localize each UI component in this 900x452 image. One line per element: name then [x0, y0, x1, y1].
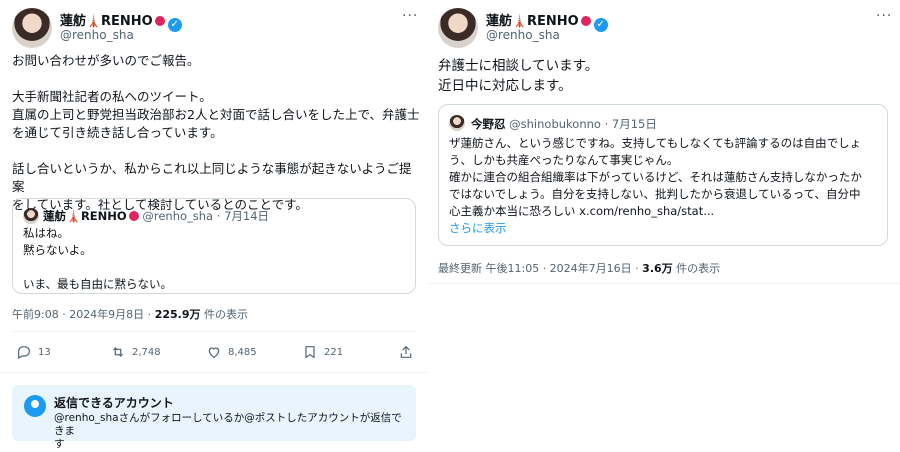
quoted-author-name: 蓮舫 — [43, 209, 66, 223]
divider — [428, 283, 900, 284]
quoted-author-avatar — [23, 208, 39, 224]
right-tweet: 蓮舫🗼RENHO ✓ @renho_sha ··· 弁護士に相談しています。 近日… — [428, 0, 900, 452]
quoted-author-handle: @shinobukonno — [509, 117, 601, 131]
quoted-date: 7月14日 — [224, 209, 270, 223]
tweet-body: お問い合わせが多いのでご報告。 大手新聞社記者の私へのツイート。 直属の上司と野… — [12, 53, 420, 212]
like-count: 8,485 — [228, 346, 257, 358]
japan-flag-icon — [128, 211, 139, 221]
verified-badge-icon: ✓ — [167, 18, 182, 32]
author-name-text: 蓮舫 — [60, 14, 87, 29]
views-label: 件の表示 — [672, 262, 721, 275]
left-tweet: 蓮舫🗼RENHO ✓ @renho_sha ··· お問い合わせが多いのでご報告。… — [0, 0, 428, 452]
quoted-tweet-header: 蓮舫🗼RENHO @renho_sha · 7月14日 — [43, 209, 270, 223]
bookmark-count: 221 — [324, 346, 344, 358]
bookmark-icon — [305, 346, 315, 359]
views-count: 225.9万 — [154, 308, 201, 321]
more-dots-icon[interactable]: ··· — [402, 8, 418, 24]
tweet-meta: 午前9:08 · 2024年9月8日 · 225.9万 件の表示 — [12, 306, 248, 322]
tweet-body: 弁護士に相談しています。 近日中に対応します。 — [438, 58, 599, 94]
quoted-tweet-header: 今野忍 @shinobukonno · 7月15日 — [471, 117, 657, 131]
author-avatar[interactable] — [438, 8, 478, 48]
japan-flag-icon — [154, 16, 165, 26]
tweet-meta: 最終更新 午後11:05 · 2024年7月16日 · 3.6万 件の表示 — [438, 260, 720, 276]
tweet-timestamp[interactable]: 最終更新 午後11:05 · 2024年7月16日 · — [438, 262, 642, 275]
quoted-date: 7月15日 — [611, 117, 657, 131]
reply-restriction-text: @renho_shaさんがフォローしているか@ポストしたアカウントが返信できま … — [54, 412, 402, 450]
author-name-suffix: RENHO — [526, 14, 579, 29]
divider — [0, 372, 428, 373]
tower-emoji-icon: 🗼 — [66, 209, 81, 223]
bookmark-button[interactable]: 221 — [302, 344, 343, 360]
author-handle[interactable]: @renho_sha — [60, 28, 134, 42]
like-button[interactable]: 8,485 — [206, 344, 257, 360]
reply-restriction-notice: 返信できるアカウント @renho_shaさんがフォローしているか@ポストしたア… — [12, 385, 416, 450]
reply-count: 13 — [38, 346, 51, 358]
share-button[interactable] — [398, 344, 414, 360]
repost-count: 2,748 — [132, 346, 161, 358]
author-name-suffix: RENHO — [100, 14, 153, 29]
tower-emoji-icon: 🗼 — [512, 14, 527, 28]
show-more-link[interactable]: さらに表示 — [449, 220, 507, 237]
japan-flag-icon — [580, 16, 591, 26]
share-icon — [400, 345, 412, 358]
reply-button[interactable]: 13 — [16, 344, 51, 360]
heart-icon — [208, 347, 220, 359]
quoted-tweet[interactable]: 蓮舫🗼RENHO @renho_sha · 7月14日 私はね。 黙らないよ。 … — [12, 198, 416, 294]
quoted-author-name: 今野忍 — [471, 117, 506, 131]
reply-restriction-title: 返信できるアカウント — [54, 396, 174, 410]
divider — [12, 331, 416, 332]
quoted-tweet[interactable]: 今野忍 @shinobukonno · 7月15日 ザ蓮舫さん、という感じですね… — [438, 104, 888, 246]
verified-badge-icon: ✓ — [593, 18, 608, 32]
tweet-timestamp[interactable]: 午前9:08 · 2024年9月8日 · — [12, 308, 155, 321]
views-label: 件の表示 — [200, 308, 248, 321]
quoted-author-avatar — [449, 115, 465, 131]
author-handle[interactable]: @renho_sha — [486, 28, 560, 42]
author-name-text: 蓮舫 — [486, 14, 513, 29]
reply-icon — [18, 346, 30, 360]
quoted-tweet-body: ザ蓮舫さん、という感じですね。支持してもしなくても評論するのは自由でしょ う、し… — [449, 136, 862, 218]
more-dots-icon[interactable]: ··· — [876, 8, 892, 24]
quoted-author-name-suffix: RENHO — [80, 209, 127, 223]
views-count: 3.6万 — [642, 262, 673, 275]
quoted-tweet-body: 私はね。 黙らないよ。 いま、最も自由に黙らない。 — [23, 226, 173, 291]
person-icon — [24, 395, 46, 417]
author-avatar[interactable] — [12, 8, 52, 48]
tower-emoji-icon: 🗼 — [86, 14, 101, 28]
repost-button[interactable]: 2,748 — [110, 344, 161, 360]
repost-icon — [112, 347, 124, 357]
quoted-author-handle: @renho_sha — [142, 209, 214, 223]
